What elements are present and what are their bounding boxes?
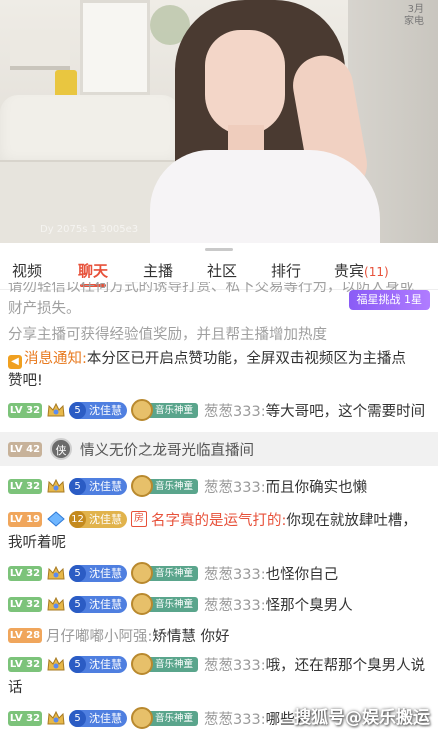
crown-icon <box>47 656 65 671</box>
message-text-continued: 我听着呢 <box>8 535 66 551</box>
medal-badge: 音乐神童 <box>131 653 199 675</box>
tab-community[interactable]: 社区 <box>207 260 237 281</box>
vip-entry-text: 情义无价之龙哥光临直播间 <box>80 442 254 459</box>
avatar-medal-icon <box>131 653 153 675</box>
medal-badge: 音乐神童 <box>131 475 199 497</box>
message-text: 而且你确实也懒 <box>265 479 368 496</box>
chat-message[interactable]: LV 32 5 沈佳慧 音乐神童 葱葱333: 等大哥吧，这个需要时间 <box>8 397 434 423</box>
medal-badge: 音乐神童 <box>131 562 199 584</box>
message-text-continued: 话 <box>8 680 23 696</box>
fan-badge: 5 沈佳慧 <box>69 595 127 613</box>
avatar-medal-icon <box>131 475 153 497</box>
streamer-face <box>205 30 285 135</box>
message-text: 矫情慧 你好 <box>152 628 230 645</box>
watermark: 搜狐号@娱乐搬运 <box>294 708 430 728</box>
crown-icon <box>47 710 65 725</box>
tab-ranking[interactable]: 排行 <box>271 260 301 281</box>
message-text: 怪那个臭男人 <box>265 597 353 614</box>
user-level-badge: LV 28 <box>8 627 42 643</box>
speaker-icon: ◀ <box>8 355 22 369</box>
fan-badge: 12 沈佳慧 <box>69 510 127 528</box>
username[interactable]: 葱葱333: <box>204 563 266 584</box>
vip-entry-banner: LV 42 侠 情义无价之龙哥光临直播间 <box>0 432 438 466</box>
avatar-medal-icon <box>131 707 153 729</box>
vip-count: (11) <box>364 265 389 279</box>
username[interactable]: 葱葱333: <box>204 654 266 675</box>
user-level-badge: LV 42 <box>8 441 42 457</box>
live-video-player[interactable]: 3月 家电 Dy 2075s 1 3005e3 <box>0 0 438 243</box>
fan-badge: 5 沈佳慧 <box>69 401 127 419</box>
video-bg-door <box>80 0 150 95</box>
username[interactable]: 葱葱333: <box>204 400 266 421</box>
crown-icon <box>47 565 65 580</box>
fan-badge: 5 沈佳慧 <box>69 477 127 495</box>
diamond-icon <box>47 511 65 527</box>
tab-vip[interactable]: 贵宾(11) <box>334 260 389 281</box>
user-level-badge: LV 32 <box>8 596 42 612</box>
tab-streamer[interactable]: 主播 <box>143 260 173 281</box>
medal-badge: 音乐神童 <box>131 707 199 729</box>
user-level-badge: LV 32 <box>8 478 42 494</box>
tab-chat[interactable]: 聊天 <box>78 260 108 281</box>
chat-message[interactable]: LV 32 5 沈佳慧 音乐神童 葱葱333: 哦，还在帮那个臭男人说 <box>8 651 434 677</box>
video-bg-sofa <box>0 95 180 170</box>
chat-message[interactable]: LV 32 5 沈佳慧 音乐神童 葱葱333: 也怪你自己 <box>8 560 434 586</box>
medal-badge: 音乐神童 <box>131 593 199 615</box>
chat-message[interactable]: LV 28 月仔嘟嘟小阿强: 矫情慧 你好 <box>8 622 434 648</box>
user-level-badge: LV 19 <box>8 511 42 527</box>
chat-message[interactable]: LV 19 12 沈佳慧 房 名字真的是运气打的: 你现在就放肆吐槽， <box>8 506 434 532</box>
video-overlay-text: Dy 2075s 1 3005e3 <box>40 224 139 235</box>
medal-badge: 音乐神童 <box>131 399 199 421</box>
fan-badge: 5 沈佳慧 <box>69 655 127 673</box>
crown-icon <box>47 478 65 493</box>
tab-video[interactable]: 视频 <box>12 260 42 281</box>
chat-message[interactable]: LV 32 5 沈佳慧 音乐神童 葱葱333: 而且你确实也懒 <box>8 473 434 499</box>
fan-badge: 5 沈佳慧 <box>69 709 127 727</box>
avatar-medal-icon <box>131 399 153 421</box>
username[interactable]: 月仔嘟嘟小阿强: <box>46 625 152 646</box>
username[interactable]: 葱葱333: <box>204 708 266 729</box>
message-text: 也怪你自己 <box>265 566 339 583</box>
exp-hint: 分享主播可获得经验值奖励，并且帮主播增加热度 <box>8 327 327 343</box>
username[interactable]: 名字真的是运气打的: <box>151 509 286 530</box>
user-level-badge: LV 32 <box>8 710 42 726</box>
chat-message[interactable]: LV 32 5 沈佳慧 音乐神童 葱葱333: 怪那个臭男人 <box>8 591 434 617</box>
notice-title: 消息通知: <box>24 351 87 367</box>
streamer-shirt <box>150 150 380 243</box>
knight-shield-icon: 侠 <box>50 438 72 460</box>
message-text: 你现在就放肆吐槽， <box>286 512 417 529</box>
message-text: 哦，还在帮那个臭男人说 <box>265 657 426 674</box>
user-level-badge: LV 32 <box>8 656 42 672</box>
avatar-medal-icon <box>131 593 153 615</box>
username[interactable]: 葱葱333: <box>204 594 266 615</box>
video-corner-text: 3月 家电 <box>404 4 424 27</box>
chat-list[interactable]: 请勿轻信以任何方式的诱导打赏、私下交易等行为，以防人身或 财产损失。 福星挑战 … <box>0 282 438 734</box>
fan-badge: 5 沈佳慧 <box>69 564 127 582</box>
event-pill[interactable]: 福星挑战 1星 <box>348 290 430 310</box>
user-level-badge: LV 32 <box>8 565 42 581</box>
message-text: 等大哥吧，这个需要时间 <box>265 403 426 420</box>
crown-icon <box>47 596 65 611</box>
avatar-medal-icon <box>131 562 153 584</box>
room-manager-badge: 房 <box>131 511 147 527</box>
username[interactable]: 葱葱333: <box>204 476 266 497</box>
crown-icon <box>47 402 65 417</box>
video-bg-shelf <box>10 30 70 70</box>
drag-handle[interactable] <box>205 248 233 251</box>
user-level-badge: LV 32 <box>8 402 42 418</box>
system-notice: ◀ 消息通知:本分区已开启点赞功能，全屏双击视频区为主播点 赞吧! <box>8 351 406 389</box>
